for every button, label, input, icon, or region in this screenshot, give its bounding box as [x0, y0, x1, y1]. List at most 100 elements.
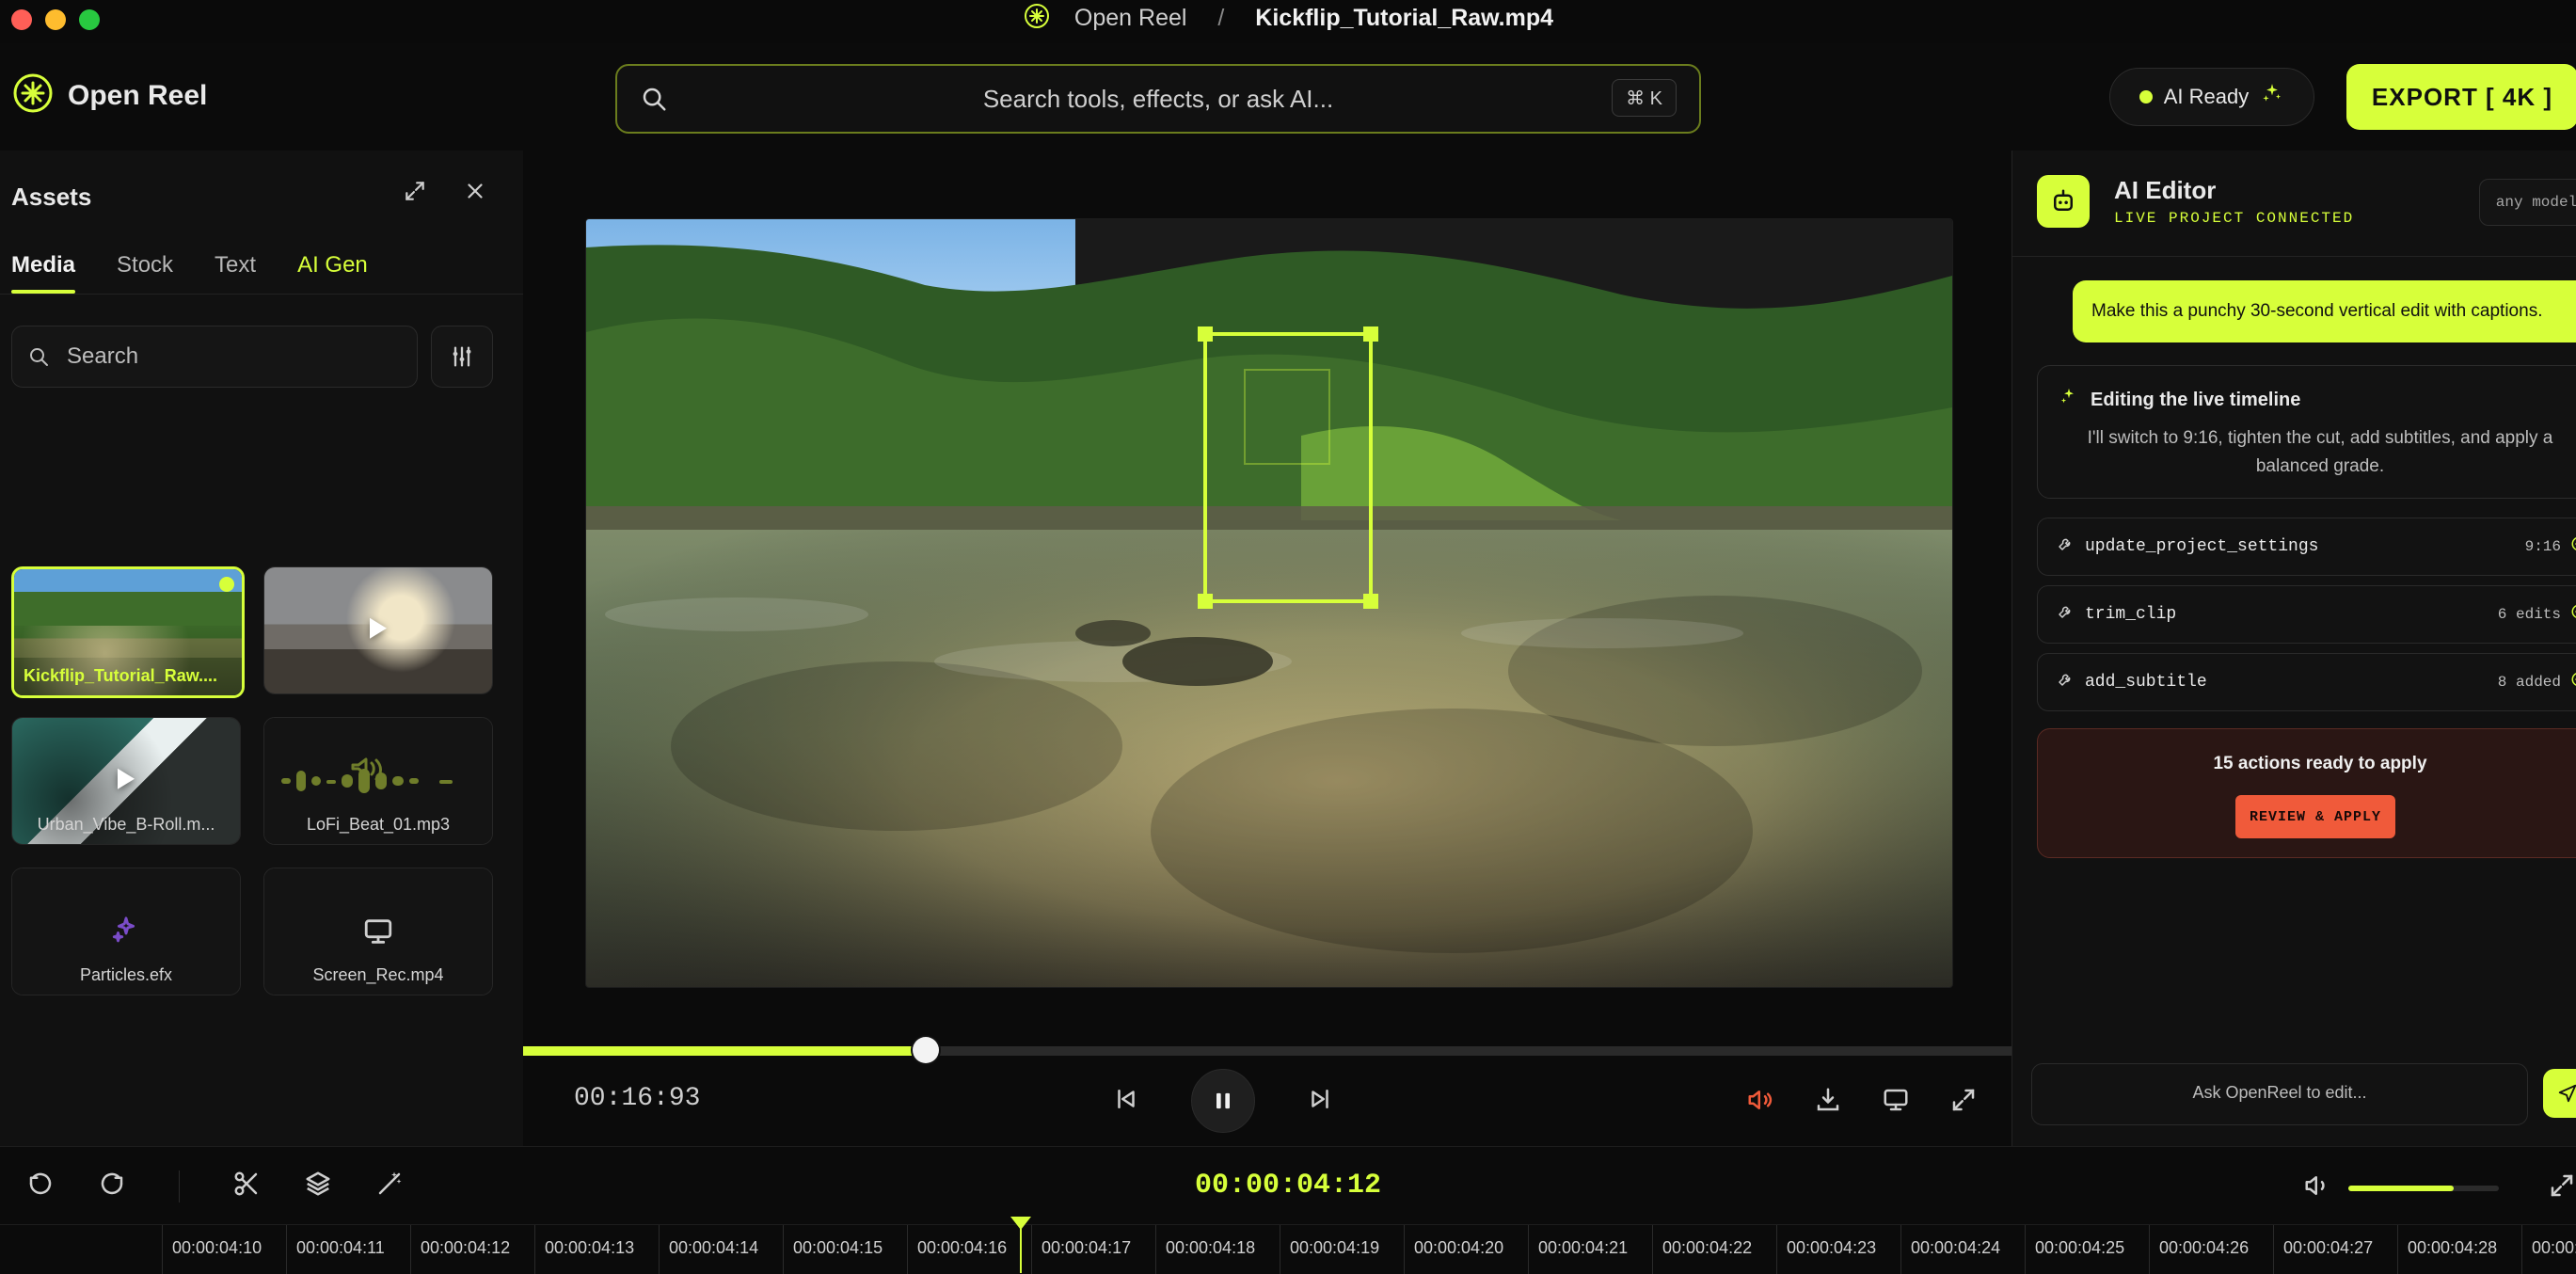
ruler-tick: 00:00:04:24 — [1900, 1225, 2025, 1274]
transport-controls — [1112, 1069, 1334, 1133]
tool-action-row[interactable]: update_project_settings 9:16 — [2037, 518, 2576, 576]
ruler-label: 00:00:04:21 — [1538, 1238, 1629, 1257]
asset-card[interactable]: Screen_Rec.mp4 — [263, 868, 493, 995]
ruler-label: 00:00:04:26 — [2159, 1238, 2250, 1257]
check-circle-icon — [2570, 603, 2576, 625]
sliders-icon — [449, 343, 475, 374]
wrench-icon — [2057, 535, 2074, 558]
ai-chat-input[interactable]: Ask OpenReel to edit... — [2031, 1063, 2528, 1125]
send-button[interactable] — [2543, 1069, 2576, 1118]
assets-header-actions — [403, 179, 487, 208]
ruler-tick: 00:00:04:22 — [1652, 1225, 1776, 1274]
brand: Open Reel — [11, 72, 207, 119]
tab-media[interactable]: Media — [11, 252, 76, 294]
ruler-tick: 00:00:04:25 — [2025, 1225, 2149, 1274]
assets-search[interactable]: Search — [11, 326, 418, 388]
video-preview[interactable] — [585, 218, 1953, 988]
ruler-tick: 00:00:04:20 — [1404, 1225, 1528, 1274]
tab-ai-gen[interactable]: AI Gen — [297, 252, 368, 294]
tool-action-name: trim_clip — [2085, 605, 2177, 624]
asset-card[interactable] — [263, 566, 493, 694]
ai-editor-divider — [2012, 256, 2576, 257]
ruler-tick: 00:00:04:16 — [907, 1225, 1031, 1274]
download-icon[interactable] — [1814, 1086, 1842, 1119]
tool-action-row[interactable]: trim_clip 6 edits — [2037, 585, 2576, 644]
brand-logo-icon — [11, 72, 55, 119]
pause-button[interactable] — [1191, 1069, 1255, 1133]
asset-card[interactable]: Kickflip_Tutorial_Raw.... — [11, 566, 245, 698]
ruler-tick: 00:00:04:13 — [534, 1225, 659, 1274]
global-search-placeholder: Search tools, effects, or ask AI... — [982, 84, 1334, 113]
ruler-tick: 00:00:04:28 — [2397, 1225, 2521, 1274]
expand-icon[interactable] — [403, 179, 427, 208]
playback-scrubber[interactable] — [523, 1037, 2012, 1063]
scrubber-handle[interactable] — [913, 1037, 939, 1063]
ai-editor-subtitle: LIVE PROJECT CONNECTED — [2114, 210, 2355, 227]
timeline-ruler[interactable]: 00:00:04:10 00:00:04:11 00:00:04:12 00:0… — [0, 1224, 2576, 1274]
window-title-app: Open Reel — [1073, 5, 1187, 32]
current-time: 00:16:93 — [574, 1084, 701, 1113]
ruler-label: 00:00:04:18 — [1166, 1238, 1256, 1257]
selected-indicator — [219, 577, 234, 592]
expand-timeline-icon[interactable] — [2548, 1171, 2576, 1204]
asset-label: LoFi_Beat_01.mp3 — [306, 815, 451, 834]
scrubber-progress — [523, 1046, 926, 1056]
apply-actions-box: 15 actions ready to apply REVIEW & APPLY — [2037, 728, 2576, 858]
tab-stock[interactable]: Stock — [117, 252, 173, 294]
ruler-label: 00:00:04:11 — [296, 1238, 385, 1257]
ruler-label: 00:00:04:17 — [1042, 1238, 1132, 1257]
ai-editor-panel: AI Editor LIVE PROJECT CONNECTED any mod… — [2012, 151, 2576, 1146]
window-title-separator: / — [1217, 5, 1225, 32]
fullscreen-icon[interactable] — [1949, 1086, 1978, 1119]
export-button[interactable]: EXPORT [ 4K ] — [2346, 64, 2576, 130]
display-icon[interactable] — [1882, 1086, 1910, 1119]
ruler-label: 00:00:04:25 — [2035, 1238, 2125, 1257]
asset-card[interactable]: LoFi_Beat_01.mp3 — [263, 717, 493, 845]
assets-panel: Assets Media Stock Text AI Gen Search Ki… — [0, 151, 524, 1146]
close-icon[interactable] — [463, 179, 487, 208]
window-titlebar: Open Reel / Kickflip_Tutorial_Raw.mp4 — [0, 0, 2576, 44]
window-title-file: Kickflip_Tutorial_Raw.mp4 — [1255, 5, 1554, 32]
tool-action-name-row: update_project_settings — [2057, 535, 2318, 558]
asset-card[interactable]: Particles.efx — [11, 868, 241, 995]
ruler-ticks: 00:00:04:10 00:00:04:11 00:00:04:12 00:0… — [162, 1225, 2576, 1274]
skip-back-icon[interactable] — [1112, 1085, 1140, 1118]
skip-forward-icon[interactable] — [1306, 1085, 1334, 1118]
tool-action-name-row: trim_clip — [2057, 603, 2176, 626]
global-search[interactable]: Search tools, effects, or ask AI... ⌘ K — [615, 64, 1701, 134]
ruler-tick: 00:00:04:26 — [2149, 1225, 2273, 1274]
timeline-playhead[interactable] — [1010, 1217, 1031, 1273]
volume-muted-icon[interactable] — [1746, 1086, 1774, 1119]
ruler-label: 00:00:04:22 — [1662, 1238, 1753, 1257]
check-circle-icon — [2570, 535, 2576, 557]
assistant-message: Editing the live timeline I'll switch to… — [2037, 365, 2576, 499]
pause-icon — [1216, 1092, 1230, 1109]
review-apply-button[interactable]: REVIEW & APPLY — [2235, 795, 2395, 838]
asset-label: Particles.efx — [79, 965, 173, 984]
tool-action-row[interactable]: add_subtitle 8 added — [2037, 653, 2576, 711]
asset-card[interactable]: Urban_Vibe_B-Roll.m... — [11, 717, 241, 845]
tool-action-meta-row: 6 edits — [2498, 603, 2576, 625]
volume-slider-fill — [2348, 1185, 2454, 1191]
filters-button[interactable] — [431, 326, 493, 388]
ai-status-pill[interactable]: AI Ready — [2109, 68, 2314, 126]
app-root: Open Reel / Kickflip_Tutorial_Raw.mp4 Op… — [0, 0, 2576, 1274]
ruler-label: 00:00:04:16 — [917, 1238, 1008, 1257]
ai-editor-title: AI Editor — [2114, 176, 2217, 204]
volume-icon[interactable] — [2303, 1171, 2331, 1204]
asset-label: Screen_Rec.mp4 — [312, 965, 444, 984]
play-icon — [118, 768, 135, 789]
tool-action-meta: 8 added — [2497, 673, 2561, 691]
volume-slider[interactable] — [2348, 1185, 2499, 1191]
ruler-tick: 00:00:04:23 — [1776, 1225, 1900, 1274]
ruler-label: 00:00:04:10 — [172, 1238, 262, 1257]
preview-tools — [1746, 1086, 1978, 1119]
model-select[interactable]: any model — [2479, 179, 2576, 226]
ruler-label: 00:00:04:13 — [545, 1238, 635, 1257]
window-title: Open Reel / Kickflip_Tutorial_Raw.mp4 — [0, 2, 2576, 37]
tab-text[interactable]: Text — [215, 252, 256, 294]
ruler-label: 00:00:04:15 — [793, 1238, 883, 1257]
preview-frame — [586, 219, 1952, 987]
ruler-tick: 00:00:04:18 — [1155, 1225, 1280, 1274]
assistant-text: I'll switch to 9:16, tighten the cut, ad… — [2087, 428, 2553, 476]
